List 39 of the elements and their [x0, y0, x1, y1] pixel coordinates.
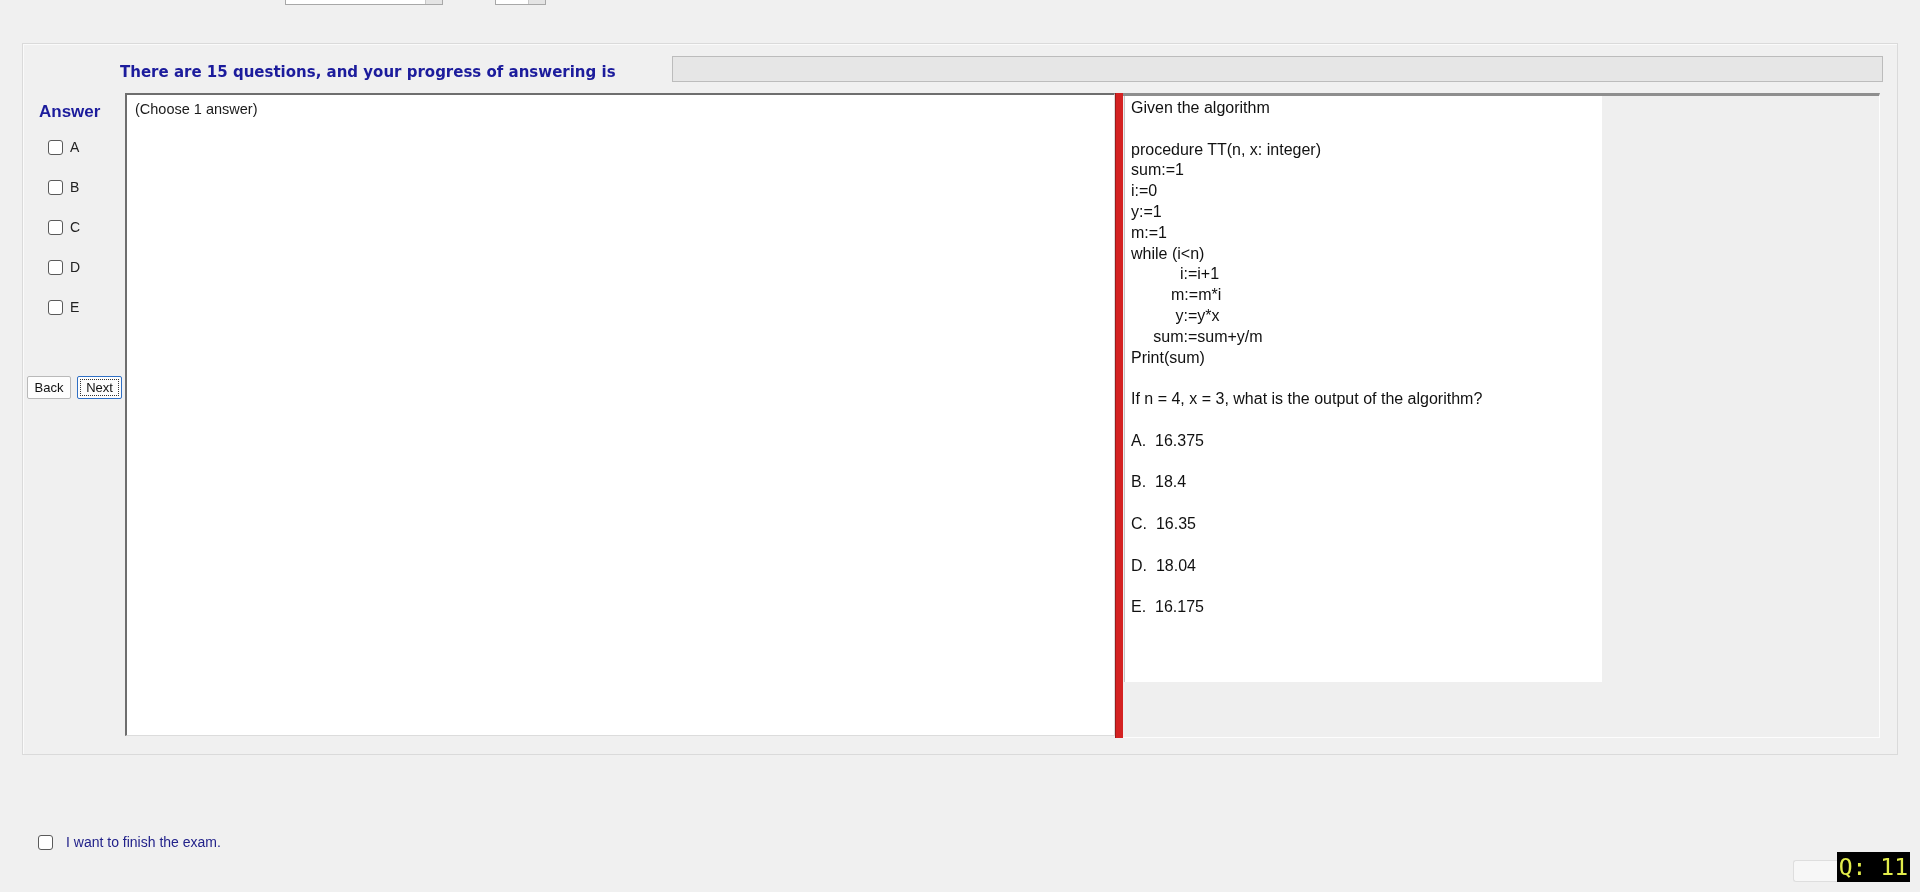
question-line: procedure TT(n, x: integer): [1131, 139, 1321, 160]
question-line: m:=m*i: [1170, 285, 1222, 306]
answer-choice-text: B. 18.4: [1131, 472, 1187, 493]
answer-option-label[interactable]: B: [70, 179, 80, 195]
question-line: sum:=sum+y/m: [1152, 326, 1263, 347]
answer-choice-text: A. 16.375: [1131, 430, 1204, 451]
answer-choice-text: C. 16.35: [1131, 513, 1196, 534]
answer-option-label[interactable]: D: [70, 259, 81, 275]
question-line: If n = 4, x = 3, what is the output of the algorithm?: [1131, 389, 1483, 410]
answer-checkbox[interactable]: [48, 259, 63, 275]
answer-instruction: (Choose 1 answer): [135, 101, 258, 117]
answer-checkbox[interactable]: [48, 179, 63, 195]
progress-heading: There are 15 questions, and your progress of answering is: [120, 63, 616, 81]
dropdown-field[interactable]: [285, 0, 443, 5]
question-line: y:=y*x: [1174, 305, 1220, 326]
answer-option-label[interactable]: E: [70, 299, 80, 315]
question-line: y:=1: [1131, 202, 1162, 222]
answer-option-label[interactable]: C: [70, 219, 81, 235]
nav-button[interactable]: Next: [77, 376, 122, 399]
answer-checkbox[interactable]: [48, 299, 63, 315]
answer-title: Answer: [39, 103, 101, 121]
nav-button[interactable]: Back: [27, 376, 71, 399]
question-line: m:=1: [1131, 222, 1167, 243]
question-line: Print(sum): [1131, 347, 1205, 368]
answer-choice-text: D. 18.04: [1131, 555, 1196, 576]
question-line: sum:=1: [1131, 160, 1184, 181]
question-line: i:=i+1: [1178, 264, 1220, 285]
answer-checkbox[interactable]: [48, 219, 63, 235]
question-line: while (i<n): [1131, 243, 1205, 264]
question-line: Given the algorithm: [1131, 98, 1270, 118]
question-number-badge: Q: 11: [1836, 852, 1910, 882]
finish-checkbox[interactable]: [38, 834, 53, 850]
finish-label[interactable]: I want to finish the exam.: [66, 834, 221, 850]
question-line: i:=0: [1131, 181, 1158, 202]
answer-text-area[interactable]: (Choose 1 answer): [125, 93, 1115, 736]
dropdown-field[interactable]: [495, 0, 546, 5]
answer-choice-text: E. 16.175: [1131, 597, 1204, 618]
answer-option-label[interactable]: A: [70, 139, 80, 155]
answer-checkbox[interactable]: [48, 139, 63, 155]
